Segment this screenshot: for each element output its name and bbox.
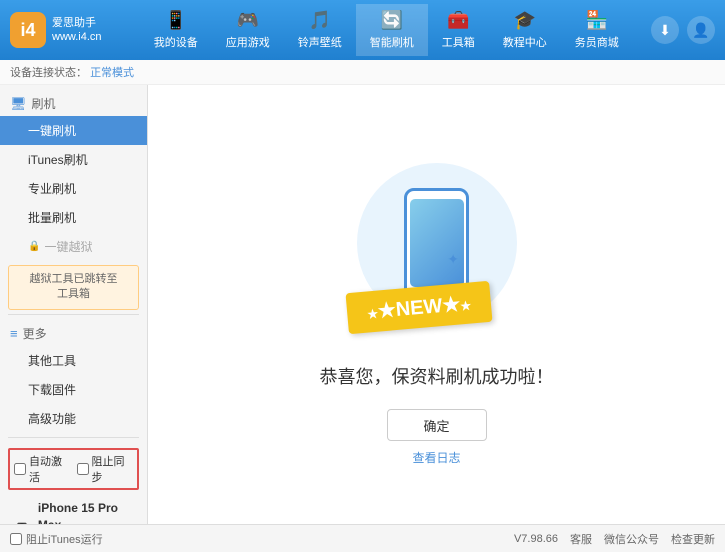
tutorial-icon: 🎓 — [514, 10, 536, 31]
download-button[interactable]: ⬇ — [651, 16, 679, 44]
new-banner: ★NEW★ — [345, 281, 492, 334]
apps-games-icon: 🎮 — [237, 10, 259, 31]
header: i4 爱思助手 www.i4.cn 📱 我的设备 🎮 应用游戏 🎵 铃声壁纸 🔄… — [0, 0, 725, 60]
more-section-header: ≡ 更多 — [0, 319, 147, 346]
phone-screen — [410, 199, 464, 287]
main-container: 🖥 刷机 一键刷机 iTunes刷机 专业刷机 批量刷机 🔒 一键越狱 越狱工具… — [0, 85, 725, 524]
success-illustration: ✦ ✦ ✦ ★NEW★ — [347, 143, 527, 343]
logo-text: 爱思助手 www.i4.cn — [52, 16, 102, 45]
disable-sync-option[interactable]: 阻止同步 — [77, 453, 134, 485]
breadcrumb: 设备连接状态： 正常模式 — [0, 60, 725, 85]
nav-smart-flash[interactable]: 🔄 智能刷机 — [356, 4, 428, 56]
my-device-icon: 📱 — [165, 10, 187, 31]
sidebar-item-jailbreak-disabled: 🔒 一键越狱 — [0, 232, 147, 261]
view-log-link[interactable]: 查看日志 — [412, 449, 460, 466]
flash-section-icon: 🖥 — [10, 96, 27, 112]
device-details: iPhone 15 Pro Max 512GB iPhone — [38, 500, 135, 524]
logo: i4 爱思助手 www.i4.cn — [10, 12, 102, 48]
bottom-bar: 阻止iTunes运行 V7.98.66 客服 微信公众号 检查更新 — [0, 524, 725, 552]
sidebar-notice: 越狱工具已跳转至工具箱 — [8, 265, 139, 310]
sidebar-item-batch-flash[interactable]: 批量刷机 — [0, 203, 147, 232]
user-button[interactable]: 👤 — [687, 16, 715, 44]
sidebar-divider-2 — [8, 437, 139, 438]
smart-flash-icon: 🔄 — [381, 10, 403, 31]
flash-section-header: 🖥 刷机 — [0, 89, 147, 116]
toolbox-icon: 🧰 — [447, 10, 469, 31]
sidebar-item-one-click-flash[interactable]: 一键刷机 — [0, 116, 147, 145]
nav-ringtones[interactable]: 🎵 铃声壁纸 — [284, 4, 356, 56]
sidebar-item-itunes-flash[interactable]: iTunes刷机 — [0, 145, 147, 174]
auto-activate-checkbox[interactable] — [14, 463, 26, 475]
nav-apps-games[interactable]: 🎮 应用游戏 — [212, 4, 284, 56]
ringtones-icon: 🎵 — [309, 10, 331, 31]
sparkle-br: ✦ — [447, 251, 459, 268]
success-message: 恭喜您，保资料刷机成功啦！ — [320, 363, 554, 389]
nav-my-device[interactable]: 📱 我的设备 — [140, 4, 212, 56]
more-section-icon: ≡ — [10, 326, 18, 341]
device-phone-icon: 📱 — [12, 522, 32, 524]
nav-toolbox[interactable]: 🧰 工具箱 — [428, 4, 489, 56]
device-info: 📱 iPhone 15 Pro Max 512GB iPhone — [8, 496, 139, 524]
service-icon: 🏪 — [586, 10, 608, 31]
wechat-link[interactable]: 微信公众号 — [604, 531, 659, 547]
sidebar: 🖥 刷机 一键刷机 iTunes刷机 专业刷机 批量刷机 🔒 一键越狱 越狱工具… — [0, 85, 148, 524]
block-itunes-checkbox[interactable] — [10, 533, 22, 545]
block-itunes-label: 阻止iTunes运行 — [26, 531, 103, 547]
sidebar-divider-1 — [8, 314, 139, 315]
nav-tutorial[interactable]: 🎓 教程中心 — [489, 4, 561, 56]
itunes-status: 阻止iTunes运行 — [10, 531, 506, 547]
breadcrumb-status[interactable]: 正常模式 — [90, 67, 134, 79]
customer-service-link[interactable]: 客服 — [570, 531, 592, 547]
device-checkbox-row: 自动激活 阻止同步 — [8, 448, 139, 490]
check-update-link[interactable]: 检查更新 — [671, 531, 715, 547]
sidebar-item-other-tools[interactable]: 其他工具 — [0, 346, 147, 375]
phone-body — [404, 188, 469, 298]
device-options-section: 自动激活 阻止同步 📱 iPhone 15 Pro Max 512GB iPho… — [0, 442, 147, 524]
device-name: iPhone 15 Pro Max — [38, 500, 135, 524]
nav-bar: 📱 我的设备 🎮 应用游戏 🎵 铃声壁纸 🔄 智能刷机 🧰 工具箱 🎓 教程中心… — [122, 4, 651, 56]
logo-icon: i4 — [10, 12, 46, 48]
disable-sync-checkbox[interactable] — [77, 463, 89, 475]
content-area: ✦ ✦ ✦ ★NEW★ 恭喜您，保资料刷机成功啦！ 确定 查看日志 — [148, 85, 725, 524]
nav-service[interactable]: 🏪 务员商城 — [561, 4, 633, 56]
version-text: V7.98.66 — [514, 533, 558, 545]
auto-activate-option[interactable]: 自动激活 — [14, 453, 71, 485]
header-right: ⬇ 👤 — [651, 16, 715, 44]
sidebar-item-pro-flash[interactable]: 专业刷机 — [0, 174, 147, 203]
confirm-button[interactable]: 确定 — [387, 409, 487, 441]
sidebar-item-advanced[interactable]: 高级功能 — [0, 404, 147, 433]
bottom-right: V7.98.66 客服 微信公众号 检查更新 — [514, 531, 715, 547]
sidebar-item-download-firmware[interactable]: 下载固件 — [0, 375, 147, 404]
